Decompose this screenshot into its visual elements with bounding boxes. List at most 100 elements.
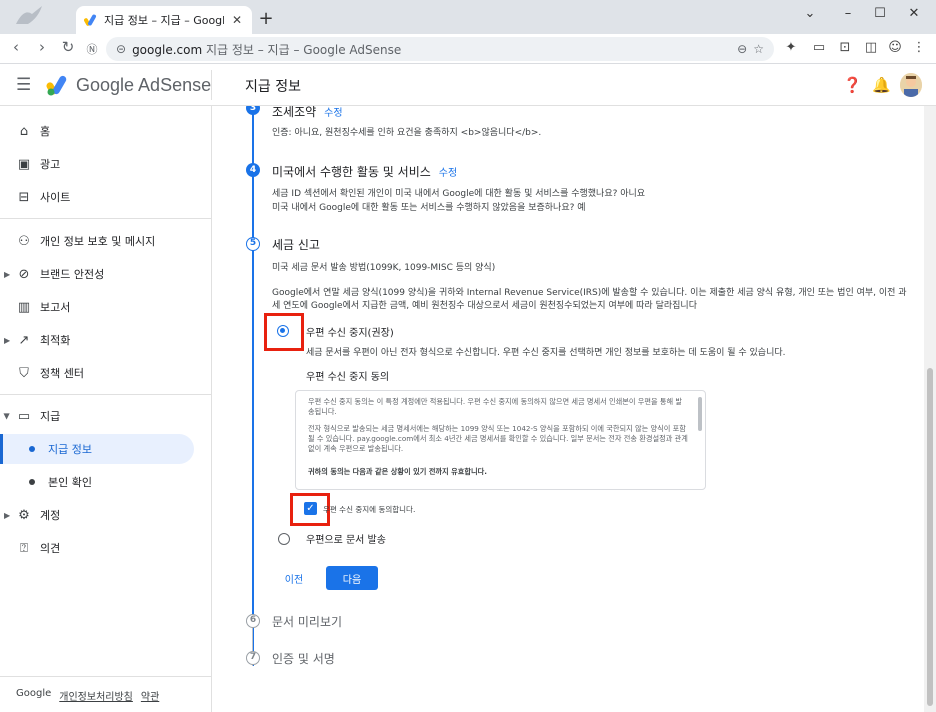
step-4-description-1: 세금 ID 섹션에서 확인된 개인이 미국 내에서 Google에 대한 활동 … — [272, 189, 646, 199]
gear-icon: ⚙ — [18, 507, 30, 523]
stepper-line — [252, 106, 254, 666]
n-extension-icon[interactable]: Ⓝ — [82, 41, 102, 57]
sidebar-footer: Google 개인정보처리방침 약관 — [16, 688, 159, 703]
tab-search-icon[interactable]: ⌄ — [800, 6, 820, 21]
sidebar-item-payment-info[interactable]: 지급 정보 — [0, 434, 194, 464]
sidebar-item-policy-center[interactable]: ⛉ 정책 센터 — [0, 358, 212, 388]
help-icon[interactable]: ❓ — [843, 76, 862, 94]
minimize-button[interactable]: – — [838, 6, 858, 21]
block-icon: ⊘ — [18, 266, 30, 282]
expand-caret-icon[interactable]: ▶ — [4, 511, 10, 520]
adsense-logo-icon — [46, 75, 67, 96]
close-window-button[interactable]: ✕ — [904, 6, 924, 21]
feedback-icon: ⍰ — [20, 540, 28, 556]
extensions-icon[interactable]: ✦ — [782, 40, 800, 55]
consent-paragraph-1: 우편 수신 중지 동의는 이 특정 계정에만 적용됩니다. 우편 수신 중지에 … — [308, 397, 683, 416]
page-scrollbar[interactable] — [924, 106, 936, 712]
adsense-favicon-icon — [84, 14, 96, 26]
opt-out-mail-radio[interactable] — [277, 325, 289, 337]
sidebar-divider — [0, 394, 212, 395]
maximize-button[interactable]: ☐ — [870, 6, 890, 21]
back-button[interactable]: ‹ — [6, 38, 26, 56]
privacy-icon: ⚇ — [18, 233, 30, 249]
sidebar-item-ads[interactable]: ▣ 광고 — [0, 149, 212, 179]
ads-icon: ▣ — [17, 156, 31, 172]
step-3-title: 조세조약 수정 — [272, 106, 343, 119]
video-icon[interactable]: ▭ — [810, 40, 828, 55]
browser-tab-bar: 지급 정보 – 지급 – Google AdSense ✕ + ⌄ – ☐ ✕ — [0, 0, 936, 34]
adsense-logo[interactable]: Google AdSense — [46, 74, 211, 96]
consent-box-scrollbar[interactable] — [698, 397, 702, 431]
sidebar-item-optimization[interactable]: ▶ ↗ 최적화 — [0, 325, 212, 355]
menu-icon[interactable]: ☰ — [16, 75, 31, 95]
page-scrollbar-thumb[interactable] — [927, 368, 933, 706]
tab-close-icon[interactable]: ✕ — [230, 13, 244, 27]
expand-caret-icon[interactable]: ▶ — [4, 270, 10, 279]
step-3-edit-link[interactable]: 수정 — [324, 108, 342, 119]
sidebar-item-identity-verification[interactable]: 본인 확인 — [0, 467, 212, 497]
consent-text-box[interactable]: 우편 수신 중지 동의는 이 특정 계정에만 적용됩니다. 우편 수신 중지에 … — [295, 390, 706, 490]
sidebar-item-reports[interactable]: ▥ 보고서 — [0, 292, 212, 322]
sidebar: ⌂ 홈 ▣ 광고 ⊟ 사이트 ⚇ 개인 정보 보호 및 메시지 ▶ ⊘ 브랜드 … — [0, 106, 212, 712]
forward-button[interactable]: › — [32, 38, 52, 56]
mail-documents-label[interactable]: 우편으로 문서 발송 — [306, 531, 386, 546]
avatar[interactable] — [900, 73, 922, 97]
sidebar-item-home[interactable]: ⌂ 홈 — [0, 116, 212, 146]
browser-tab[interactable]: 지급 정보 – 지급 – Google AdSense ✕ — [76, 6, 252, 34]
next-button[interactable]: 다음 — [326, 566, 378, 590]
reload-button[interactable]: ↻ — [58, 38, 78, 56]
expand-caret-icon[interactable]: ▶ — [4, 336, 10, 345]
consent-checkbox[interactable]: ✓ — [304, 502, 317, 515]
sidebar-item-sites[interactable]: ⊟ 사이트 — [0, 182, 212, 212]
previous-button[interactable]: 이전 — [277, 566, 311, 590]
opt-out-mail-description: 세금 문서를 우편이 아닌 전자 형식으로 수신합니다. 우편 수신 중지를 선… — [306, 348, 786, 358]
step-3-description: 인증: 아니요, 원천징수세를 인하 요건을 충족하지 <b>않음니다</b>. — [272, 128, 542, 138]
step-5-number: 5 — [246, 237, 260, 251]
browser-toolbar: ‹ › ↻ Ⓝ ⊝ google.com 지급 정보 – 지급 – Google… — [0, 34, 936, 64]
screenshot-icon[interactable]: ⊡ — [836, 40, 854, 55]
opt-out-mail-label[interactable]: 우편 수신 중지(권장) — [306, 324, 394, 339]
step-5-title: 세금 신고 — [272, 238, 320, 252]
step-6-number: 6 — [246, 614, 260, 628]
step-4-edit-link[interactable]: 수정 — [439, 168, 457, 179]
step-4-description-2: 미국 내에서 Google에 대한 활동 또는 서비스를 수행하지 않았음을 보… — [272, 203, 586, 213]
page-title: 지급 정보 — [245, 79, 301, 95]
browser-menu-icon[interactable]: ⋮ — [910, 40, 928, 55]
step-6-title[interactable]: 문서 미리보기 — [272, 613, 342, 630]
sidebar-item-feedback[interactable]: ⍰ 의견 — [0, 533, 212, 563]
bullet-dot — [29, 479, 35, 485]
site-info-icon[interactable]: ⊝ — [116, 42, 126, 56]
consent-paragraph-3: 귀하의 동의는 다음과 같은 상황이 있기 전까지 유효합니다. — [308, 467, 487, 476]
new-tab-button[interactable]: + — [257, 8, 275, 29]
browser-profile-icon — [16, 6, 42, 24]
notifications-bell-icon[interactable]: 🔔 — [872, 76, 891, 94]
address-bar[interactable]: ⊝ google.com 지급 정보 – 지급 – Google AdSense… — [106, 37, 774, 61]
bullet-dot — [29, 446, 35, 452]
sidebar-item-account[interactable]: ▶ ⚙ 계정 — [0, 500, 212, 530]
terms-link[interactable]: 약관 — [141, 688, 159, 703]
consent-checkbox-label[interactable]: 우편 수신 중지에 동의합니다. — [323, 503, 415, 516]
payments-icon: ▭ — [17, 408, 31, 424]
zoom-icon[interactable]: ⊖ — [737, 42, 747, 56]
step-4-title: 미국에서 수행한 활동 및 서비스 수정 — [272, 165, 458, 179]
sidebar-item-privacy[interactable]: ⚇ 개인 정보 보호 및 메시지 — [0, 226, 212, 256]
collapse-caret-icon[interactable]: ▶ — [3, 413, 12, 419]
sidebar-item-payments[interactable]: ▶ ▭ 지급 — [0, 401, 212, 431]
sidebar-item-brand-safety[interactable]: ▶ ⊘ 브랜드 안전성 — [0, 259, 212, 289]
app-header: ☰ Google AdSense 지급 정보 ❓ 🔔 — [0, 64, 936, 106]
reports-icon: ▥ — [17, 299, 31, 315]
step-7-number: 7 — [246, 651, 260, 665]
home-icon: ⌂ — [19, 123, 29, 139]
bookmark-star-icon[interactable]: ☆ — [753, 42, 764, 56]
header-divider — [211, 70, 212, 100]
privacy-policy-link[interactable]: 개인정보처리방침 — [59, 688, 133, 703]
sidebar-divider — [0, 218, 212, 219]
profile-icon[interactable]: ☺ — [886, 40, 904, 55]
step-7-title[interactable]: 인증 및 서명 — [272, 650, 335, 667]
product-name: Google AdSense — [76, 74, 212, 95]
step-3-number: 3 — [246, 106, 260, 115]
mail-documents-radio[interactable] — [278, 533, 290, 545]
tab-title: 지급 정보 – 지급 – Google AdSense — [104, 14, 224, 27]
consent-heading: 우편 수신 중지 동의 — [306, 372, 390, 383]
sidepanel-icon[interactable]: ◫ — [862, 40, 880, 55]
